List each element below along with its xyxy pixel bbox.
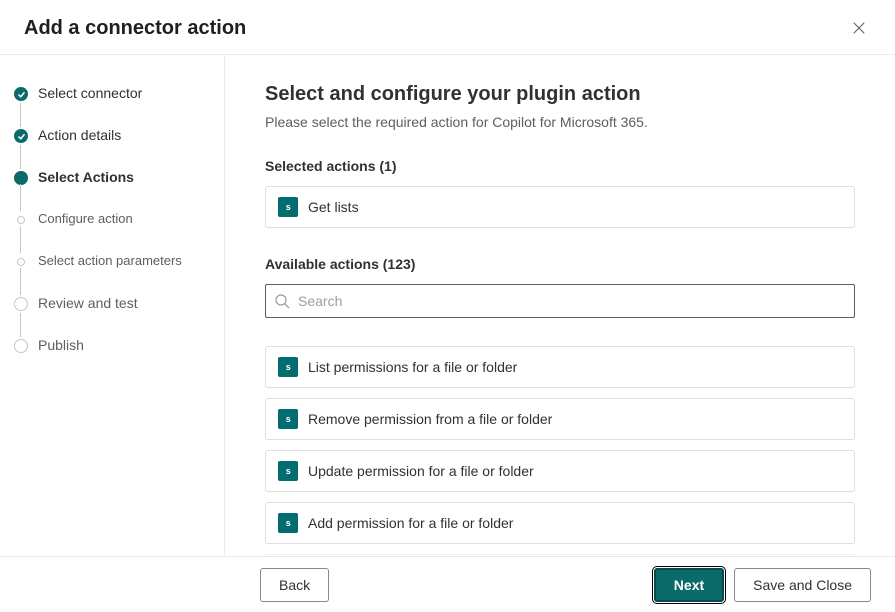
- page-title: Select and configure your plugin action: [265, 83, 855, 106]
- close-icon: [852, 21, 866, 35]
- search-icon: [274, 293, 290, 309]
- substep-icon: [17, 216, 25, 224]
- available-action-item[interactable]: s Remove permission from a file or folde…: [265, 398, 855, 440]
- step-label: Review and test: [38, 295, 138, 311]
- step-connector-line: [20, 103, 21, 127]
- back-button[interactable]: Back: [260, 568, 329, 602]
- step-action-details[interactable]: Action details: [14, 127, 224, 169]
- step-select-parameters[interactable]: Select action parameters: [14, 253, 224, 295]
- dialog-title: Add a connector action: [24, 17, 246, 40]
- step-configure-action[interactable]: Configure action: [14, 211, 224, 253]
- main-panel: Select and configure your plugin action …: [225, 55, 895, 556]
- sharepoint-icon: s: [278, 197, 298, 217]
- step-list: Select connector Action details Select A…: [14, 85, 224, 353]
- step-publish[interactable]: Publish: [14, 337, 224, 353]
- action-name: Remove permission from a file or folder: [308, 411, 552, 427]
- search-input[interactable]: [265, 284, 855, 318]
- selected-action-item[interactable]: s Get lists: [265, 186, 855, 228]
- step-connector-line: [20, 226, 21, 253]
- step-connector-line: [20, 313, 21, 337]
- step-connector-line: [20, 145, 21, 169]
- available-action-item[interactable]: s List permissions for a file or folder: [265, 346, 855, 388]
- step-connector-line: [20, 184, 21, 211]
- available-action-item[interactable]: s Add permission for a file or folder: [265, 502, 855, 544]
- sharepoint-icon: s: [278, 513, 298, 533]
- search-box: [265, 284, 855, 318]
- step-sidebar: Select connector Action details Select A…: [0, 55, 225, 556]
- sharepoint-icon: s: [278, 409, 298, 429]
- dialog-footer: Back Next Save and Close: [0, 556, 895, 612]
- next-button[interactable]: Next: [654, 568, 724, 602]
- step-label: Select connector: [38, 85, 142, 101]
- active-step-icon: [14, 171, 28, 185]
- save-close-button[interactable]: Save and Close: [734, 568, 871, 602]
- action-name: List permissions for a file or folder: [308, 359, 517, 375]
- sharepoint-icon: s: [278, 357, 298, 377]
- substep-icon: [17, 258, 25, 266]
- page-subtitle: Please select the required action for Co…: [265, 114, 855, 130]
- action-name: Update permission for a file or folder: [308, 463, 534, 479]
- step-label: Configure action: [38, 211, 133, 226]
- close-button[interactable]: [847, 16, 871, 40]
- available-action-item[interactable]: s Update permission for a file or folder: [265, 450, 855, 492]
- check-icon: [14, 87, 28, 101]
- action-name: Add permission for a file or folder: [308, 515, 513, 531]
- step-label: Select Actions: [38, 169, 134, 185]
- selected-actions-label: Selected actions (1): [265, 158, 855, 174]
- step-select-connector[interactable]: Select connector: [14, 85, 224, 127]
- dialog-header: Add a connector action: [0, 0, 895, 55]
- available-actions-list: s List permissions for a file or folder …: [265, 346, 855, 556]
- pending-step-icon: [14, 339, 28, 353]
- available-actions-label: Available actions (123): [265, 256, 855, 272]
- check-icon: [14, 129, 28, 143]
- pending-step-icon: [14, 297, 28, 311]
- step-connector-line: [20, 268, 21, 295]
- selected-actions-section: Selected actions (1) s Get lists: [265, 158, 855, 228]
- action-name: Get lists: [308, 199, 359, 215]
- step-select-actions[interactable]: Select Actions: [14, 169, 224, 211]
- step-label: Action details: [38, 127, 121, 143]
- dialog: Add a connector action Select connector …: [0, 0, 895, 612]
- step-review-test[interactable]: Review and test: [14, 295, 224, 337]
- sharepoint-icon: s: [278, 461, 298, 481]
- step-label: Publish: [38, 337, 84, 353]
- step-label: Select action parameters: [38, 253, 182, 268]
- available-action-item[interactable]: s: [265, 554, 855, 556]
- dialog-body: Select connector Action details Select A…: [0, 55, 895, 556]
